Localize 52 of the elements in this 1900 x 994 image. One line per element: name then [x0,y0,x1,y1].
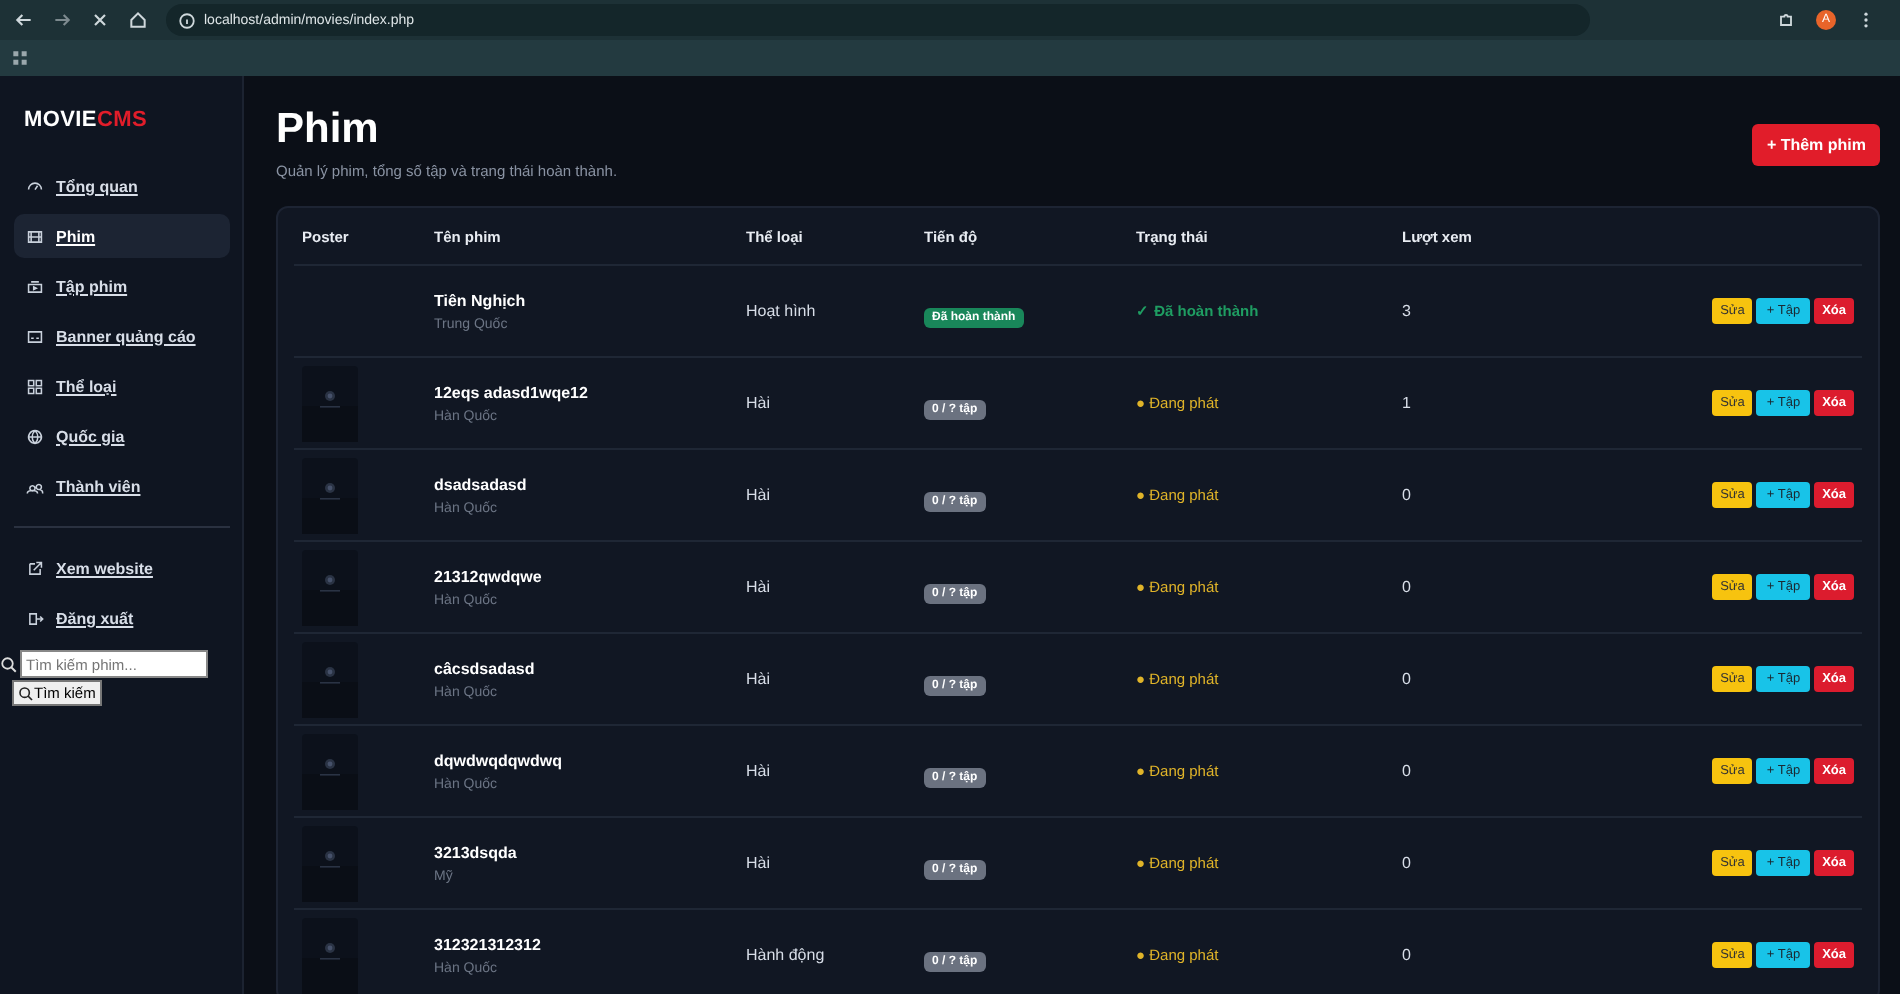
views-cell-text: 0 [1402,762,1413,780]
menu-item-icon [26,177,44,195]
movie-title: dsadsadasd [434,475,529,493]
genre-cell-text: Hài [746,670,773,688]
menu-item-icon [26,327,44,345]
movie-title: 12eqs adasd1wqe12 [434,383,590,401]
views-cell-text: 0 [1402,486,1413,504]
info-icon[interactable] [178,11,196,29]
apps-grid-icon[interactable] [10,48,30,68]
menu-item-icon [26,227,44,245]
back-icon[interactable] [14,10,34,30]
sidebar-item[interactable]: Tổng quan [14,164,230,208]
movie-title: 21312qwdqwe [434,567,544,585]
views-cell-text: 0 [1402,946,1413,964]
menu-item-icon [26,427,44,445]
views-cell-text: 0 [1402,854,1413,872]
search-icon [0,655,18,673]
movie-title: dqwdwqdqwdwq [434,751,564,769]
link-icon [26,559,44,577]
sidebar-link[interactable]: Xem website [14,546,230,590]
genre-cell-text: Hoạt hình [746,302,818,320]
sidebar-item[interactable]: Phim [14,214,230,258]
genre-cell-text: Hài [746,578,773,596]
genre-cell-text: Hành động [746,946,827,964]
genre-cell-text: Hài [746,854,773,872]
search-icon [18,685,34,701]
movie-title: 3213dsqda [434,843,519,861]
views-cell-text: 0 [1402,578,1413,596]
sidebar-link[interactable]: Đăng xuất [14,596,230,640]
logo: MOVIECMS [24,108,147,132]
sidebar-item[interactable]: Thể loại [14,364,230,408]
views-cell-text: 1 [1402,394,1413,412]
menu-item-icon [26,277,44,295]
sidebar-item[interactable]: Quốc gia [14,414,230,458]
genre-cell-text: Hài [746,394,773,412]
close-icon[interactable] [90,10,110,30]
movie-title: 312321312312 [434,935,543,953]
menu-item-icon [26,377,44,395]
sidebar-item[interactable]: Thành viên [14,464,230,508]
page-title: Phim [276,106,381,154]
genre-cell-text: Hài [746,762,773,780]
link-icon [26,609,44,627]
add-movie-button[interactable]: + Thêm phim [1752,124,1880,166]
movie-title: câcsdsadasd [434,659,537,677]
sidebar-item[interactable]: Tập phim [14,264,230,308]
sidebar-item[interactable]: Banner quảng cáo [14,314,230,358]
genre-cell-text: Hài [746,486,773,504]
views-cell-text: 0 [1402,670,1413,688]
home-icon[interactable] [128,10,148,30]
movie-title: Tiên Nghịch [434,291,528,309]
views-cell-text: 3 [1402,302,1413,320]
forward-icon[interactable] [52,10,72,30]
